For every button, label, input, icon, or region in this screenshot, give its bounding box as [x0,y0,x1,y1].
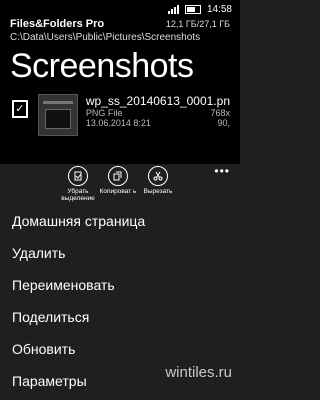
menu-item-rename[interactable]: Переименовать [0,269,240,301]
more-options-button[interactable]: ••• [214,164,230,178]
file-thumbnail [37,94,78,136]
menu-item-share[interactable]: Поделиться [0,301,240,333]
header: Files&Folders Pro 12,1 ГБ/27,1 ГБ C:\Dat… [0,18,240,164]
app-name: Files&Folders Pro [10,18,105,30]
clock: 14:58 [206,3,232,15]
battery-icon [184,4,201,14]
file-name: wp_ss_20140613_0001.pn [85,94,230,108]
file-type: PNG File [85,108,123,118]
file-dimensions: 768x [210,108,230,118]
cut-button[interactable]: Вырезать [136,166,180,195]
signal-icon [167,4,179,14]
file-date: 13.06.2014 8:21 [85,118,151,128]
page-title: Screenshots [10,47,194,85]
file-item[interactable]: ✓ wp_ss_20140613_0001.pn PNG File 768x 1… [10,94,230,136]
deselect-icon [68,166,88,186]
menu-item-home[interactable]: Домашняя страница [0,205,240,237]
copy-button[interactable]: Копироват ь [96,166,140,195]
cut-icon [148,166,168,186]
selection-checkbox[interactable]: ✓ [12,100,28,118]
app-bar: Убрать выделение Копироват ь Вырезать ••… [0,164,240,202]
deselect-button[interactable]: Убрать выделение [56,166,100,202]
watermark: wintiles.ru [165,364,232,381]
storage-info: 12,1 ГБ/27,1 ГБ [165,19,230,29]
current-path: C:\Data\Users\Public\Pictures\Screenshot… [10,32,201,43]
status-bar: 14:58 [0,0,240,18]
menu-item-refresh[interactable]: Обновить [0,333,240,365]
file-size: 90, [217,118,230,128]
copy-icon [108,166,128,186]
menu-item-delete[interactable]: Удалить [0,237,240,269]
